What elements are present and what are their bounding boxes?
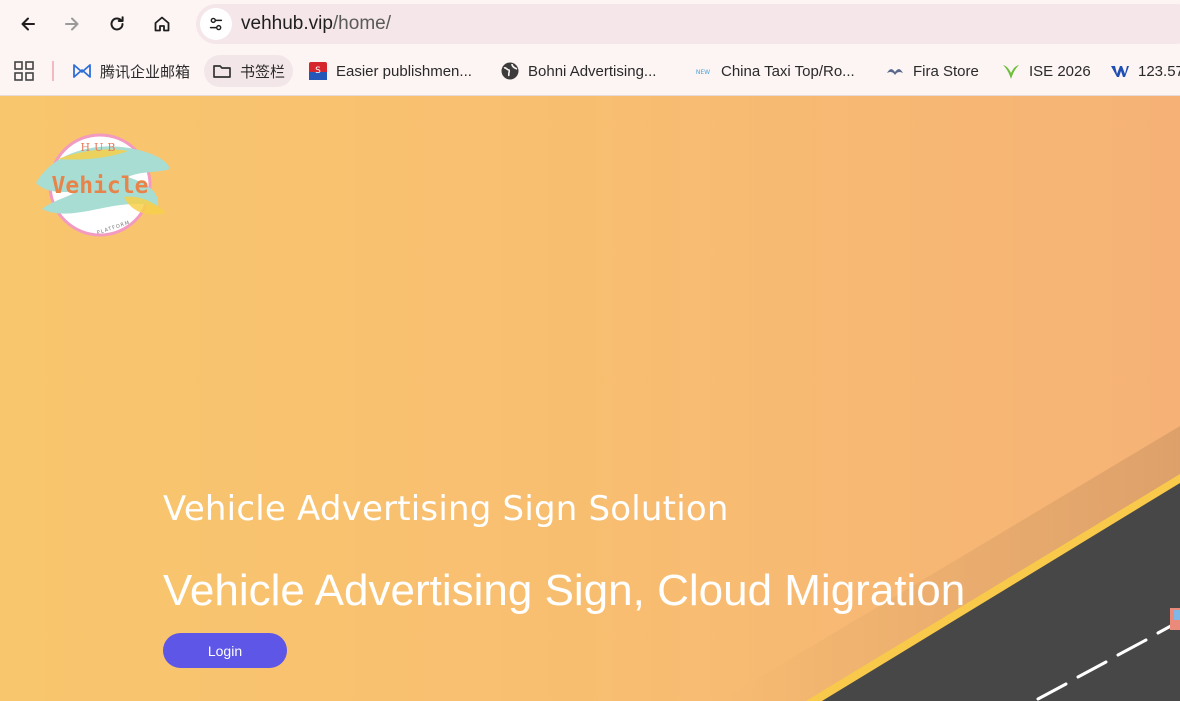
site-favicon-icon: S [309, 62, 327, 80]
logo-vehicle-text: Vehicle [52, 173, 149, 199]
site-info-button[interactable] [200, 8, 232, 40]
url-host: vehhub.vip [241, 13, 333, 34]
svg-text:S: S [315, 66, 321, 76]
forward-arrow-icon [65, 17, 79, 31]
reload-icon [110, 16, 124, 31]
site-favicon-icon [1003, 65, 1019, 79]
bookmark-bohni-advertising[interactable]: Bohni Advertising... [500, 55, 656, 87]
back-arrow-icon [21, 17, 35, 31]
back-button[interactable] [12, 8, 44, 40]
tune-icon [209, 17, 223, 31]
url-text[interactable]: vehhub.vip/home/ [241, 13, 391, 35]
bookmark-label: Easier publishmen... [336, 62, 472, 80]
bookmark-label: Bohni Advertising... [528, 62, 657, 80]
home-icon [154, 16, 170, 32]
browser-toolbar: vehhub.vip/home/ [0, 0, 1180, 48]
site-favicon-icon: NEW [696, 69, 710, 76]
bookmark-separator [52, 61, 54, 81]
bookmark-tencent-mail[interactable]: 腾讯企业邮箱 [72, 55, 190, 87]
site-favicon-icon [887, 69, 903, 75]
home-button[interactable] [146, 8, 178, 40]
folder-icon [213, 65, 231, 78]
logo-hub-text: HUB [81, 141, 120, 154]
bookmarks-bar: 腾讯企业邮箱 书签栏 S Easier publishmen... Bohni … [0, 48, 1180, 96]
bookmark-label: 123.57 [1138, 62, 1180, 80]
url-path: /home/ [332, 13, 391, 34]
hero-title: Vehicle Advertising Sign, Cloud Migratio… [163, 566, 966, 615]
hero-subtitle: Vehicle Advertising Sign Solution [163, 489, 729, 529]
bookmark-label: ISE 2026 [1029, 62, 1091, 80]
tencent-mail-icon [73, 64, 91, 78]
vehicle-icon [1170, 608, 1180, 630]
reload-button[interactable] [101, 8, 133, 40]
address-bar[interactable]: vehhub.vip/home/ [196, 4, 1180, 44]
bookmark-ise-2026[interactable]: ISE 2026 [1001, 55, 1091, 87]
vehicle-hub-logo: HUB Vehicle PLATFORM [36, 133, 170, 237]
bookmark-label: Fira Store [913, 62, 979, 80]
hero-section: HUB Vehicle PLATFORM Vehicle Advertising… [0, 96, 1180, 701]
bookmark-label: 腾讯企业邮箱 [100, 63, 191, 81]
bookmark-folder[interactable]: 书签栏 [204, 55, 294, 87]
forward-button[interactable] [56, 8, 88, 40]
bookmark-label: 书签栏 [240, 63, 286, 81]
apps-grid-icon[interactable] [13, 60, 35, 82]
globe-icon [501, 62, 519, 80]
svg-text:NEW: NEW [696, 69, 710, 76]
site-favicon-icon [1111, 66, 1129, 77]
bookmark-china-taxi[interactable]: NEW China Taxi Top/Ro... [693, 55, 855, 87]
bookmark-123[interactable]: 123.57 [1110, 55, 1180, 87]
bookmark-easier-publishment[interactable]: S Easier publishmen... [308, 55, 472, 87]
login-button[interactable]: Login [163, 633, 287, 668]
bookmark-label: China Taxi Top/Ro... [721, 62, 855, 80]
bookmark-fira-store[interactable]: Fira Store [885, 55, 979, 87]
